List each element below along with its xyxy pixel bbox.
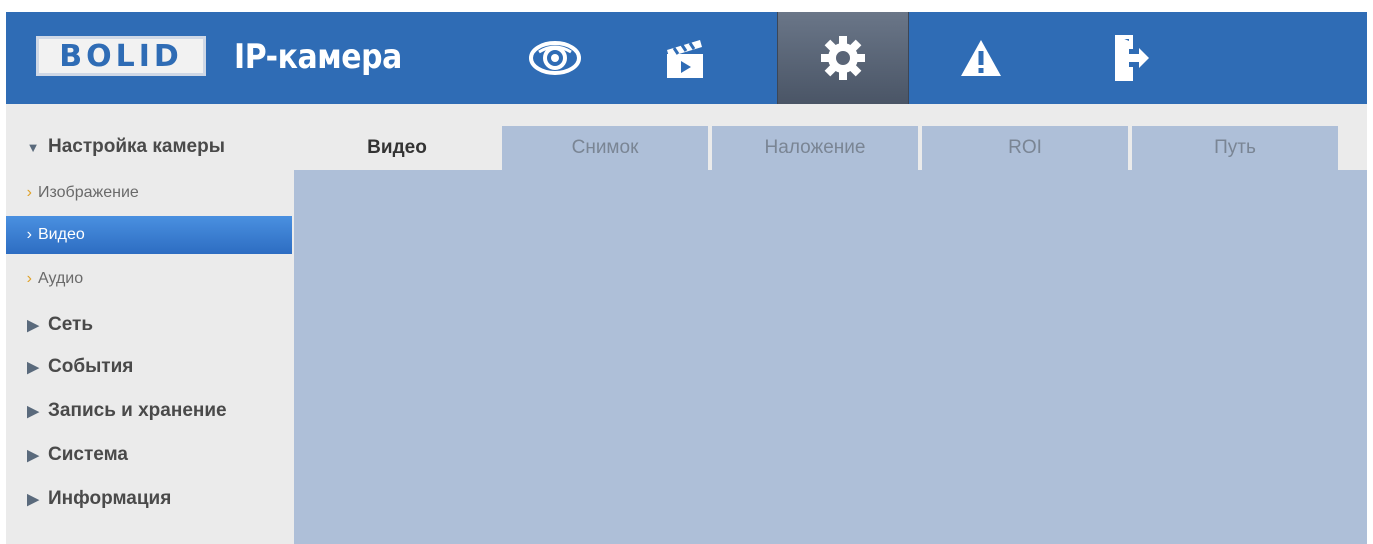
chevron-right-icon: › — [26, 226, 32, 243]
submenu-item-video[interactable]: › Видео — [6, 216, 292, 254]
submenu-item-image[interactable]: › Изображение — [6, 174, 292, 212]
menu-item-label: Система — [48, 444, 128, 465]
triangle-right-icon: ▶ — [27, 491, 39, 508]
content-area: Видео Снимок Наложение ROI Путь — [294, 104, 1367, 544]
clapperboard-icon — [664, 36, 706, 80]
top-header: BOLID IP-камера — [6, 12, 1367, 104]
menu-item-label: Настройка камеры — [48, 136, 225, 157]
menu-item-network[interactable]: ▶ Сеть — [6, 306, 292, 344]
alarm-button[interactable] — [916, 12, 1046, 104]
menu-item-label: Информация — [48, 488, 172, 509]
menu-item-camera-settings[interactable]: ▼ Настройка камеры — [6, 128, 292, 166]
tab-bar: Видео Снимок Наложение ROI Путь — [294, 104, 1367, 170]
submenu-item-label: Изображение — [38, 184, 139, 201]
menu-item-label: Запись и хранение — [48, 400, 227, 421]
eye-icon — [527, 38, 583, 78]
submenu-item-audio[interactable]: › Аудио — [6, 260, 292, 298]
triangle-right-icon: ▶ — [27, 359, 39, 376]
tab-path[interactable]: Путь — [1132, 126, 1338, 170]
playback-button[interactable] — [620, 12, 750, 104]
menu-item-system[interactable]: ▶ Система — [6, 436, 292, 474]
gear-icon — [819, 34, 867, 82]
tab-video[interactable]: Видео — [294, 126, 500, 170]
product-name: IP-камера — [234, 37, 402, 77]
triangle-down-icon: ▼ — [26, 139, 40, 155]
settings-menu: ▼ Настройка камеры › Изображение › Видео… — [6, 104, 294, 544]
triangle-right-icon: ▶ — [27, 447, 39, 464]
menu-item-events[interactable]: ▶ События — [6, 348, 292, 386]
triangle-right-icon: ▶ — [27, 403, 39, 420]
logout-icon — [1111, 33, 1151, 83]
tab-roi[interactable]: ROI — [922, 126, 1128, 170]
settings-button[interactable] — [777, 12, 909, 104]
chevron-right-icon: › — [26, 270, 32, 287]
menu-item-label: Сеть — [48, 314, 94, 335]
bolid-logo: BOLID — [36, 36, 206, 76]
warning-icon — [959, 38, 1003, 78]
triangle-right-icon: ▶ — [27, 317, 39, 334]
live-view-button[interactable] — [490, 12, 620, 104]
logout-button[interactable] — [1066, 12, 1196, 104]
submenu-item-label: Аудио — [38, 270, 84, 287]
submenu-item-label: Видео — [38, 226, 85, 243]
chevron-right-icon: › — [26, 184, 32, 201]
tab-snapshot[interactable]: Снимок — [502, 126, 708, 170]
menu-item-information[interactable]: ▶ Информация — [6, 480, 292, 518]
tab-overlay[interactable]: Наложение — [712, 126, 918, 170]
menu-item-label: События — [48, 356, 134, 377]
menu-item-storage[interactable]: ▶ Запись и хранение — [6, 392, 292, 430]
